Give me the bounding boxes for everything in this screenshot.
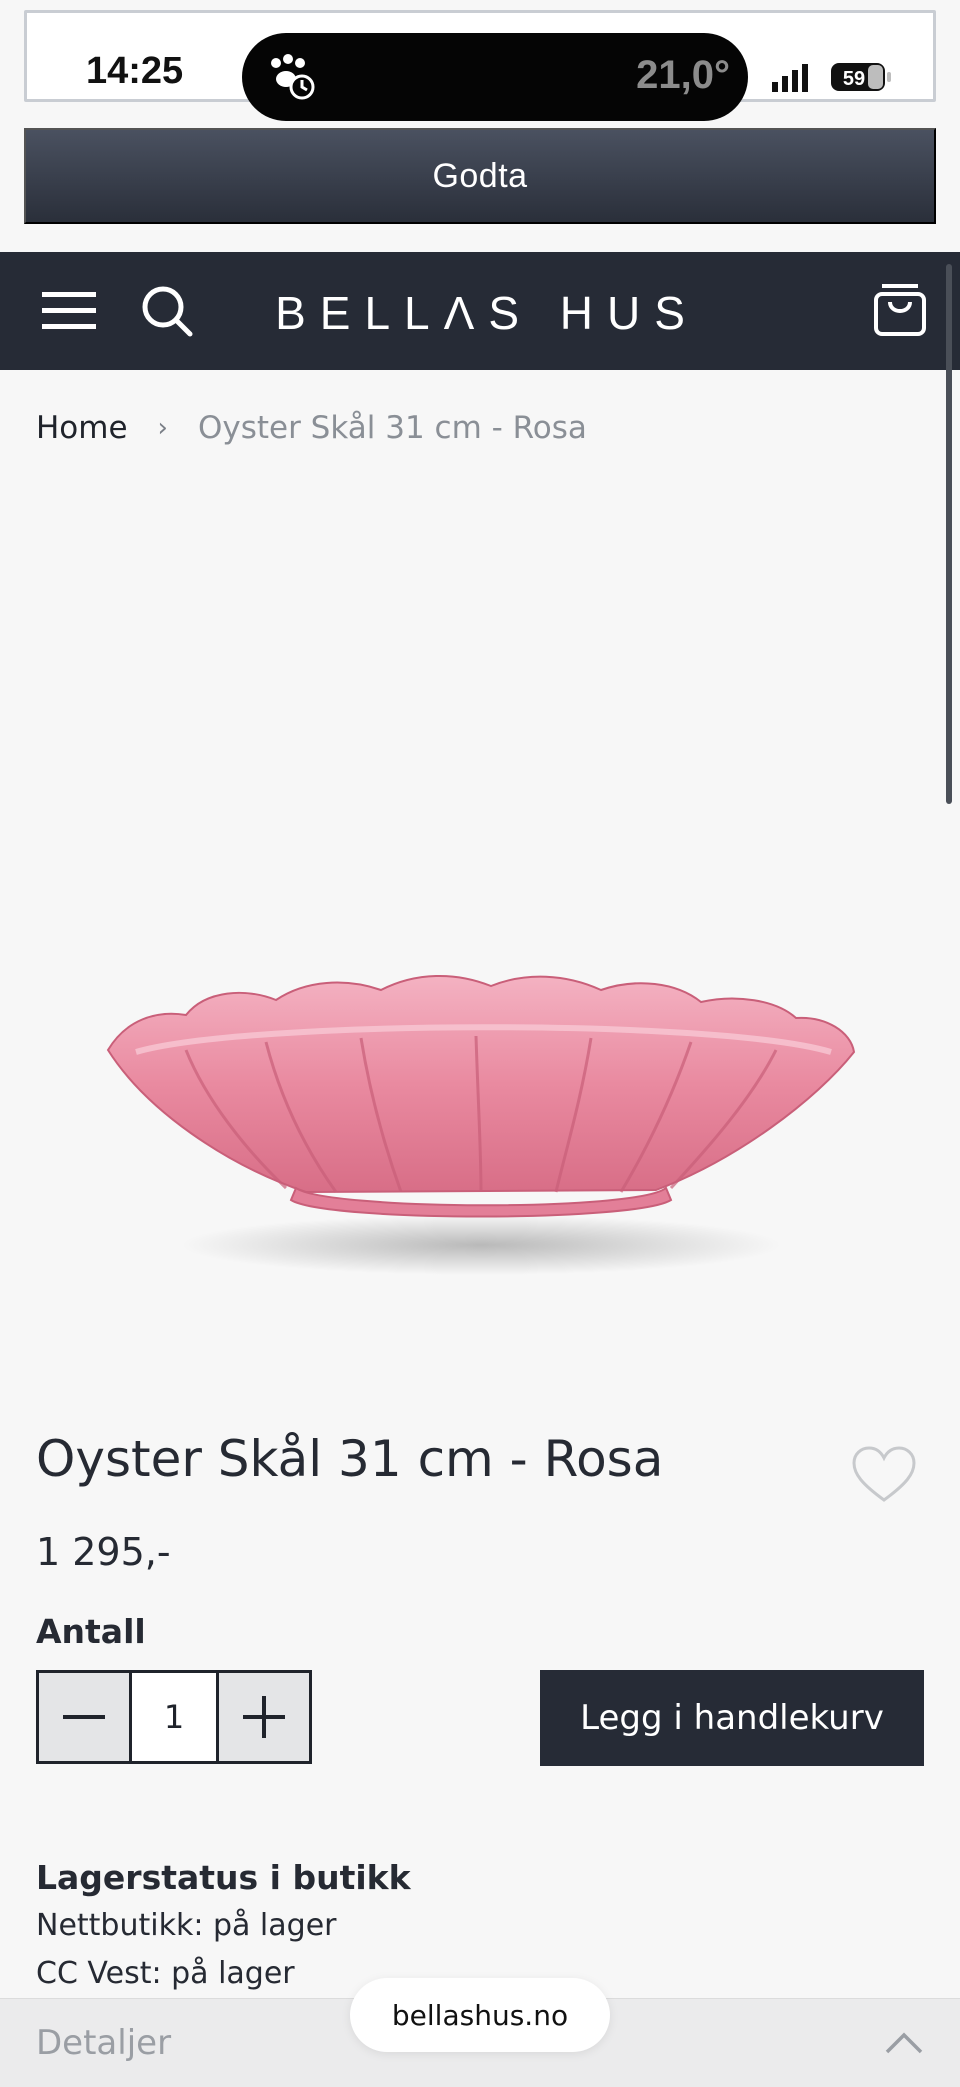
- page-scrollbar[interactable]: [946, 264, 952, 804]
- add-to-cart-button[interactable]: Legg i handlekurv: [540, 1670, 924, 1766]
- wishlist-heart-icon[interactable]: [852, 1446, 916, 1504]
- status-time: 14:25: [86, 50, 184, 92]
- decrease-quantity-button[interactable]: [39, 1673, 129, 1761]
- paw-clock-icon: [271, 54, 315, 100]
- dynamic-island: 21,0°: [242, 33, 748, 121]
- temperature-readout: 21,0°: [636, 53, 730, 97]
- signal-icon: [772, 64, 808, 92]
- product-price: 1 295,-: [36, 1530, 171, 1574]
- stock-line-store: CC Vest: på lager: [36, 1956, 295, 1991]
- stock-line-online: Nettbutikk: på lager: [36, 1908, 337, 1943]
- cart-icon[interactable]: [872, 282, 928, 338]
- browser-url-pill[interactable]: bellashus.no: [350, 1978, 610, 2052]
- increase-quantity-button[interactable]: [219, 1673, 309, 1761]
- breadcrumb-separator: ›: [157, 413, 168, 443]
- breadcrumb: Home › Oyster Skål 31 cm - Rosa: [36, 410, 587, 446]
- minus-icon: [63, 1715, 105, 1719]
- battery-level: 59: [843, 68, 865, 90]
- details-label: Detaljer: [36, 2023, 172, 2063]
- quantity-label: Antall: [36, 1612, 146, 1651]
- product-image[interactable]: [96, 960, 866, 1290]
- battery-icon: 59: [831, 63, 891, 91]
- stock-status-title: Lagerstatus i butikk: [36, 1858, 411, 1897]
- accept-cookies-button[interactable]: Godta: [24, 128, 936, 224]
- chevron-up-icon[interactable]: [884, 2029, 924, 2055]
- plus-icon: [243, 1696, 285, 1738]
- quantity-input[interactable]: 1: [129, 1673, 219, 1761]
- site-header: BELLΛS HUS: [0, 252, 960, 370]
- quantity-stepper: 1: [36, 1670, 312, 1764]
- site-logo[interactable]: BELLΛS HUS: [0, 286, 960, 340]
- breadcrumb-home-link[interactable]: Home: [36, 410, 128, 446]
- product-title: Oyster Skål 31 cm - Rosa: [36, 1430, 664, 1488]
- breadcrumb-current: Oyster Skål 31 cm - Rosa: [197, 410, 587, 446]
